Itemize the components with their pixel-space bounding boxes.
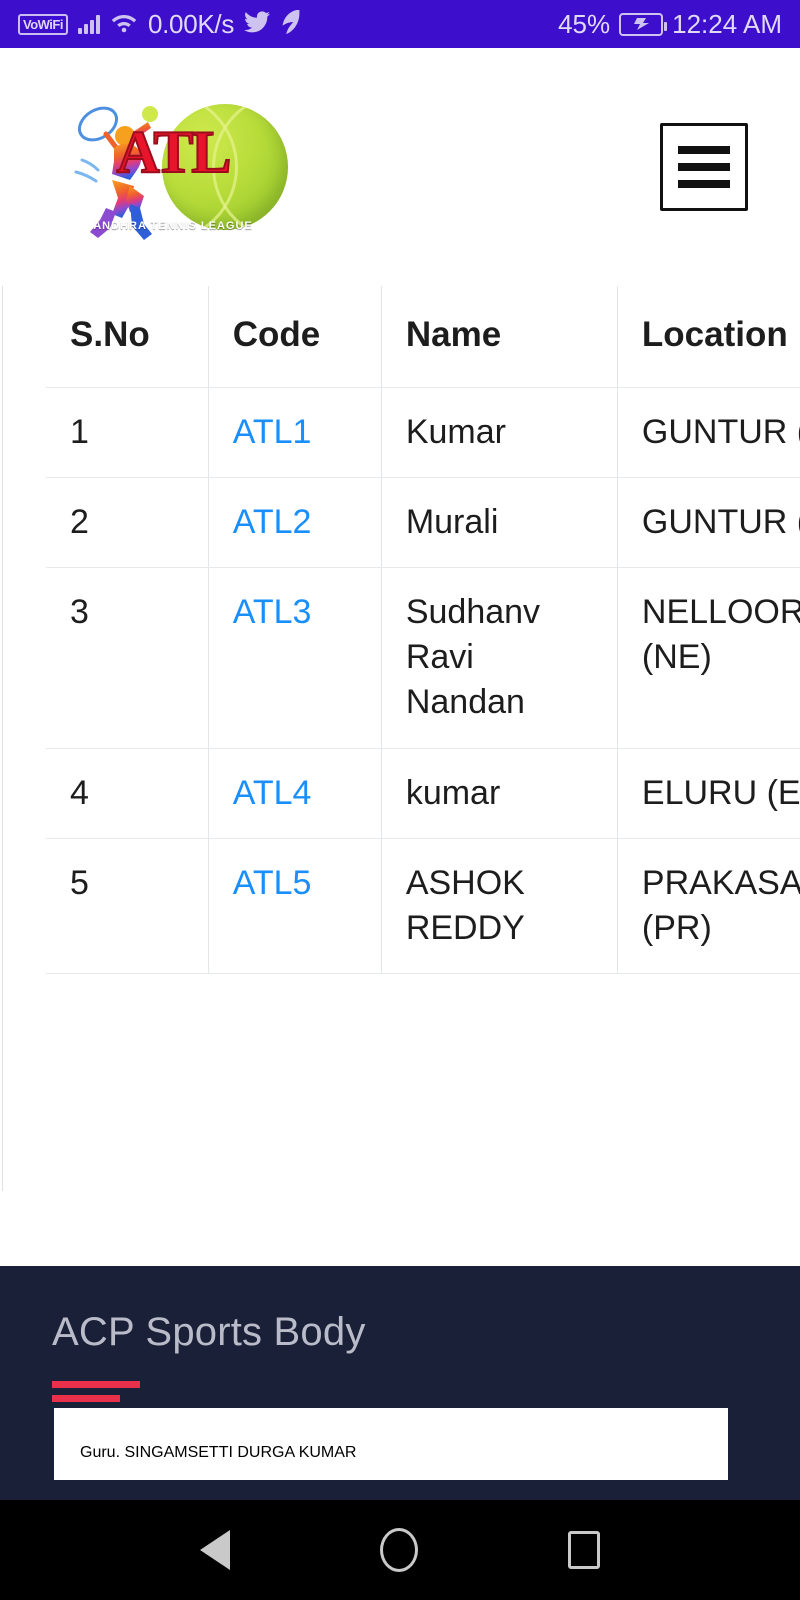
cell-sno: 5 (46, 838, 209, 975)
table-body: 1 ATL1 Kumar GUNTUR (GT) 2 ATL2 Murali G… (46, 387, 800, 975)
players-table: S.No Code Name Location 1 ATL1 Kumar GUN… (46, 286, 800, 975)
cell-sno: 2 (46, 477, 209, 568)
footer-card-name: Guru. SINGAMSETTI DURGA KUMAR (80, 1444, 357, 1461)
code-link[interactable]: ATL5 (233, 864, 312, 902)
footer-heading: ACP Sports Body (52, 1310, 366, 1354)
android-nav-bar (0, 1500, 800, 1600)
clock-label: 12:24 AM (672, 8, 782, 39)
table-header-row: S.No Code Name Location (46, 286, 800, 388)
table-row: 4 ATL4 kumar ELURU (EL) (46, 748, 800, 839)
battery-percent-label: 45% (558, 8, 611, 39)
code-link[interactable]: ATL1 (233, 413, 312, 451)
cell-name: kumar (381, 748, 618, 839)
cell-sno: 1 (46, 387, 209, 478)
footer-inner: ACP Sports Body Guru. SINGAMSETTI DURGA … (0, 1266, 800, 1480)
network-speed-label: 0.00K/s (147, 8, 235, 39)
cell-code[interactable]: ATL4 (208, 748, 382, 839)
cell-code[interactable]: ATL5 (208, 838, 382, 975)
hamburger-menu-icon[interactable] (660, 123, 748, 211)
players-table-scroll[interactable]: S.No Code Name Location 1 ATL1 Kumar GUN… (0, 286, 800, 1206)
status-bar-right: 45% 12:24 AM (558, 9, 782, 40)
status-bar-left: VoWiFi 0.00K/s (18, 9, 302, 40)
code-link[interactable]: ATL2 (233, 503, 312, 541)
logo-title: ATL (116, 119, 233, 185)
column-header-name: Name (381, 286, 618, 388)
column-header-sno: S.No (46, 286, 209, 388)
cell-name: Murali (381, 477, 618, 568)
phone-screen: VoWiFi 0.00K/s 45% 12:24 AM ATL ANDHRA T… (0, 0, 800, 1600)
footer-accent-rule (0, 1381, 800, 1402)
site-header: ATL ANDHRA TENNIS LEAGUE (0, 48, 800, 286)
cell-code[interactable]: ATL2 (208, 477, 382, 568)
table-left-edge (2, 286, 3, 1191)
cell-name: ASHOK REDDY (381, 838, 618, 975)
recents-icon[interactable] (568, 1531, 600, 1569)
back-icon[interactable] (200, 1530, 230, 1570)
cell-location: NELLOORE (NE) (617, 567, 800, 749)
cell-code[interactable]: ATL1 (208, 387, 382, 478)
cell-sno: 3 (46, 567, 209, 749)
cell-location: ELURU (EL) (617, 748, 800, 839)
cell-location: GUNTUR (GT) (617, 387, 800, 478)
cell-name: Kumar (381, 387, 618, 478)
cell-code[interactable]: ATL3 (208, 567, 382, 749)
status-bar: VoWiFi 0.00K/s 45% 12:24 AM (0, 0, 800, 48)
code-link[interactable]: ATL4 (233, 774, 312, 812)
vowifi-icon: VoWiFi (18, 13, 68, 35)
table-row: 3 ATL3 Sudhanv Ravi Nandan NELLOORE (NE) (46, 567, 800, 749)
home-icon[interactable] (380, 1528, 418, 1572)
battery-charging-icon (619, 12, 668, 36)
cell-name: Sudhanv Ravi Nandan (381, 567, 618, 749)
cell-sno: 4 (46, 748, 209, 839)
column-header-location: Location (617, 286, 800, 388)
code-link[interactable]: ATL3 (233, 593, 312, 631)
app-icon (280, 9, 302, 39)
column-header-code: Code (208, 286, 382, 388)
wifi-icon (110, 11, 138, 38)
atl-logo[interactable]: ATL ANDHRA TENNIS LEAGUE (58, 92, 288, 242)
logo-subtitle: ANDHRA TENNIS LEAGUE (93, 220, 253, 232)
table-row: 5 ATL5 ASHOK REDDY PRAKASAM (PR) (46, 838, 800, 975)
cell-location: PRAKASAM (PR) (617, 838, 800, 975)
table-row: 1 ATL1 Kumar GUNTUR (GT) (46, 387, 800, 478)
footer-card: Guru. SINGAMSETTI DURGA KUMAR (54, 1408, 728, 1480)
cell-location: GUNTUR (GT) (617, 477, 800, 568)
table-row: 2 ATL2 Murali GUNTUR (GT) (46, 477, 800, 568)
twitter-icon (244, 10, 271, 38)
signal-bars-icon (77, 14, 100, 34)
table-head: S.No Code Name Location (46, 286, 800, 388)
